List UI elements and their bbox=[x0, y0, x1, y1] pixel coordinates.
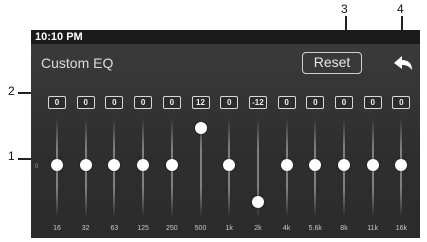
slider-knob[interactable] bbox=[51, 159, 63, 171]
gain-value-badge: 0 bbox=[335, 96, 353, 109]
callout-3-label: 3 bbox=[341, 2, 348, 16]
frequency-label: 250 bbox=[165, 225, 178, 232]
eq-screen: 10:10 PM Custom EQ Reset 0 0 16 0 32 0 63 0 125… bbox=[31, 30, 420, 238]
frequency-label: 125 bbox=[137, 225, 149, 232]
frequency-label: 63 bbox=[110, 225, 119, 232]
gain-value-badge: 0 bbox=[306, 96, 325, 109]
gain-value-badge: 0 bbox=[105, 96, 124, 109]
slider-knob[interactable] bbox=[366, 159, 379, 171]
frequency-label: 2k bbox=[254, 225, 262, 232]
page-title: Custom EQ bbox=[41, 55, 114, 71]
reset-button[interactable]: Reset bbox=[302, 52, 362, 74]
zero-db-label: 0 bbox=[35, 164, 39, 170]
callout-2-label: 2 bbox=[8, 84, 15, 98]
gain-value-badge: -12 bbox=[248, 96, 267, 109]
slider-knob[interactable] bbox=[395, 159, 408, 171]
slider-knob[interactable] bbox=[79, 159, 92, 171]
slider-knob[interactable] bbox=[194, 122, 207, 134]
frequency-label: 4k bbox=[282, 225, 291, 232]
back-arrow-icon[interactable] bbox=[391, 53, 415, 73]
gain-value-badge: 0 bbox=[220, 96, 239, 109]
gain-value-badge: 0 bbox=[392, 96, 411, 109]
gain-value-badge: 0 bbox=[48, 96, 66, 109]
frequency-label: 500 bbox=[194, 225, 207, 232]
frequency-label: 8k bbox=[340, 225, 348, 232]
status-bar: 10:10 PM bbox=[31, 30, 420, 44]
clock: 10:10 PM bbox=[35, 31, 83, 43]
frequency-label: 16 bbox=[53, 225, 61, 232]
slider-knob[interactable] bbox=[223, 159, 236, 171]
slider-knob[interactable] bbox=[165, 159, 178, 171]
frequency-label: 5.6k bbox=[308, 225, 322, 232]
frequency-label: 11k bbox=[367, 225, 379, 232]
gain-value-badge: 0 bbox=[363, 96, 382, 109]
slider-knob[interactable] bbox=[251, 196, 264, 208]
frequency-label: 16k bbox=[395, 225, 408, 232]
slider-knob[interactable] bbox=[108, 159, 121, 171]
frequency-label: 32 bbox=[81, 225, 90, 232]
callout-1-label: 1 bbox=[8, 149, 15, 163]
slider-knob[interactable] bbox=[137, 159, 150, 171]
callout-4-label: 4 bbox=[397, 2, 404, 16]
gain-value-badge: 12 bbox=[191, 96, 210, 109]
slider-knob[interactable] bbox=[280, 159, 293, 171]
slider-knob[interactable] bbox=[309, 159, 322, 171]
gain-value-badge: 0 bbox=[76, 96, 95, 109]
gain-value-badge: 0 bbox=[277, 96, 296, 109]
frequency-label: 1k bbox=[225, 225, 233, 232]
gain-value-badge: 0 bbox=[134, 96, 153, 109]
slider-knob[interactable] bbox=[338, 159, 350, 171]
gain-value-badge: 0 bbox=[162, 96, 181, 109]
